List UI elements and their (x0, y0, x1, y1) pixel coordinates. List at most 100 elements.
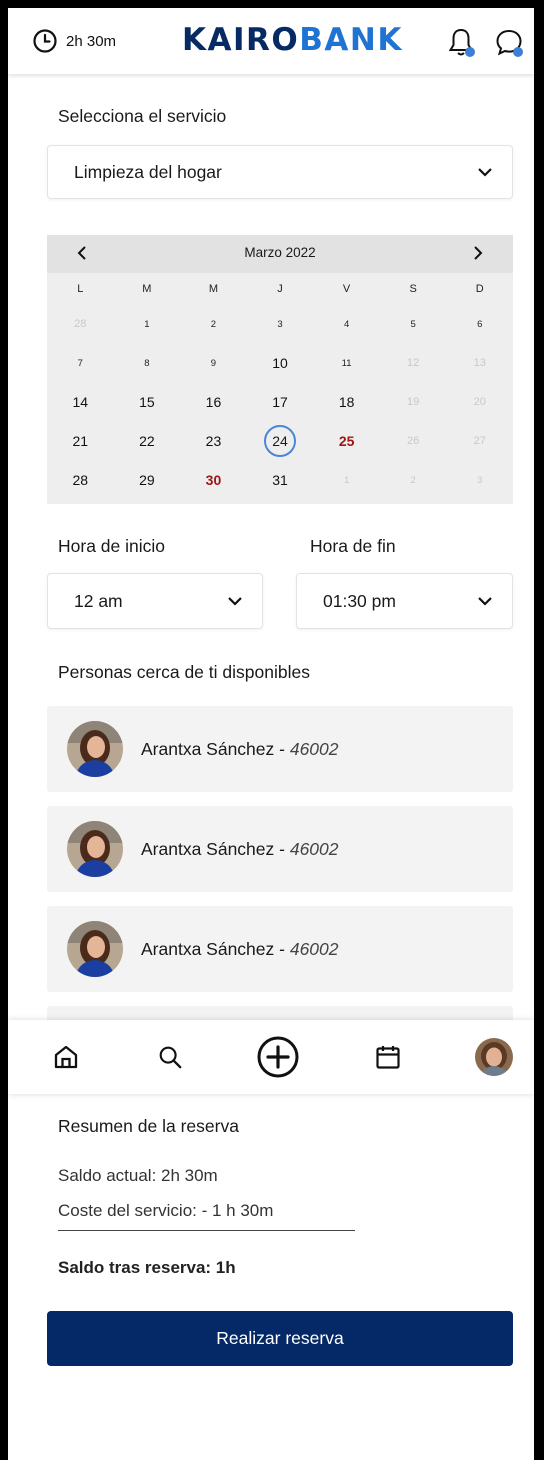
home-icon (54, 1045, 78, 1069)
day-cell[interactable]: 18 (313, 383, 380, 422)
start-time-value: 12 am (74, 590, 123, 611)
chevron-down-icon (478, 168, 492, 177)
person-card[interactable]: Arantxa Sánchez - 46002 (47, 706, 513, 792)
person-card[interactable]: Arantxa Sánchez - 46002 (47, 906, 513, 992)
week-row: 21 22 23 24 25 26 27 (47, 422, 513, 461)
week-row: 7 8 9 10 11 12 13 (47, 344, 513, 383)
person-zip: 46002 (289, 738, 339, 759)
day-cell: 20 (473, 396, 486, 408)
person-card[interactable]: Arantxa Sánchez - 46002 (47, 806, 513, 892)
end-time-select[interactable]: 01:30 pm (296, 573, 513, 629)
end-time-value: 01:30 pm (323, 590, 396, 611)
start-time-label: Hora de inicio (58, 536, 165, 556)
calendar-header: Marzo 2022 (47, 235, 513, 273)
day-cell[interactable]: 1 (114, 305, 181, 344)
day-cell[interactable]: 7 (47, 344, 114, 383)
day-cell[interactable]: 25 (313, 422, 380, 461)
chevron-down-icon (478, 597, 492, 606)
weekday-row: L M M J V S D (47, 273, 513, 305)
day-cell: 26 (407, 435, 420, 447)
day-cell[interactable]: 4 (313, 305, 380, 344)
nav-add[interactable] (253, 1020, 303, 1094)
weekday: L (77, 283, 84, 295)
service-label: Selecciona el servicio (58, 106, 227, 126)
day-cell[interactable]: 30 (180, 461, 247, 500)
week-row: 28 1 2 3 4 5 6 (47, 305, 513, 344)
summary-title: Resumen de la reserva (58, 1116, 239, 1136)
notifications-button[interactable] (446, 26, 476, 58)
nav-home[interactable] (46, 1020, 86, 1094)
day-cell: 13 (473, 357, 486, 369)
day-cell: 1 (343, 475, 350, 486)
day-cell-selected[interactable]: 24 (247, 422, 314, 461)
people-title: Personas cerca de ti disponibles (58, 662, 310, 682)
day-cell: 2 (410, 475, 416, 486)
bottom-nav (8, 1020, 534, 1094)
service-select[interactable]: Limpieza del hogar (47, 145, 513, 199)
day-cell: 27 (473, 435, 486, 447)
clock-icon (33, 29, 57, 53)
day-cell: 12 (407, 357, 420, 369)
brand-accent: BANK (299, 22, 403, 58)
calendar-icon (376, 1046, 400, 1069)
calendar-month: Marzo 2022 (244, 245, 316, 260)
divider (58, 1230, 355, 1231)
person-zip: 46002 (289, 838, 339, 859)
top-bar: 2h 30m KAIROBANK (8, 8, 534, 74)
message-dot (513, 47, 523, 57)
day-cell[interactable]: 5 (380, 305, 447, 344)
weekday: D (475, 283, 484, 295)
nav-calendar[interactable] (368, 1020, 408, 1094)
day-cell[interactable]: 10 (247, 344, 314, 383)
service-cost: Coste del servicio: - 1 h 30m (58, 1201, 274, 1220)
weekday: S (409, 283, 417, 295)
weekday: M (142, 283, 152, 295)
day-cell[interactable]: 17 (247, 383, 314, 422)
person-name: Arantxa Sánchez (141, 738, 275, 759)
book-button[interactable]: Realizar reserva (47, 1311, 513, 1366)
person-info: Arantxa Sánchez - 46002 (141, 838, 339, 859)
day-cell[interactable]: 15 (114, 383, 181, 422)
day-cell[interactable]: 6 (446, 305, 513, 344)
weekday: J (277, 283, 283, 295)
brand-main: KAIRO (182, 22, 300, 58)
person-name: Arantxa Sánchez (141, 938, 275, 959)
chevron-right-icon[interactable] (467, 243, 487, 263)
person-info: Arantxa Sánchez - 46002 (141, 738, 339, 759)
notification-dot (465, 47, 475, 57)
search-icon (159, 1046, 182, 1069)
messages-button[interactable] (494, 26, 524, 58)
day-cell[interactable]: 8 (114, 344, 181, 383)
day-cell: 3 (477, 475, 483, 486)
day-cell[interactable]: 9 (180, 344, 247, 383)
balance-indicator[interactable]: 2h 30m (32, 28, 116, 54)
nav-search[interactable] (150, 1020, 190, 1094)
avatar (67, 921, 123, 977)
avatar (67, 821, 123, 877)
add-circle-icon (257, 1036, 299, 1078)
calendar: Marzo 2022 L M M J V S D 28 1 2 3 4 5 6 … (47, 235, 513, 504)
person-name: Arantxa Sánchez (141, 838, 275, 859)
day-cell[interactable]: 29 (114, 461, 181, 500)
day-cell[interactable]: 11 (313, 344, 380, 383)
day-cell[interactable]: 28 (47, 461, 114, 500)
brand-logo: KAIROBANK (182, 22, 403, 58)
end-time-label: Hora de fin (310, 536, 396, 556)
balance-after: Saldo tras reserva: 1h (58, 1258, 236, 1277)
day-cell: 19 (407, 396, 420, 408)
day-cell[interactable]: 16 (180, 383, 247, 422)
day-cell[interactable]: 31 (247, 461, 314, 500)
start-time-select[interactable]: 12 am (47, 573, 263, 629)
day-cell[interactable]: 23 (180, 422, 247, 461)
week-row: 28 29 30 31 1 2 3 (47, 461, 513, 500)
chevron-down-icon (228, 597, 242, 606)
current-balance: Saldo actual: 2h 30m (58, 1166, 218, 1185)
nav-profile[interactable] (474, 1020, 514, 1094)
day-cell[interactable]: 2 (180, 305, 247, 344)
avatar (67, 721, 123, 777)
day-cell[interactable]: 14 (47, 383, 114, 422)
day-cell[interactable]: 22 (114, 422, 181, 461)
day-cell[interactable]: 21 (47, 422, 114, 461)
day-cell[interactable]: 3 (247, 305, 314, 344)
profile-avatar (475, 1038, 513, 1076)
